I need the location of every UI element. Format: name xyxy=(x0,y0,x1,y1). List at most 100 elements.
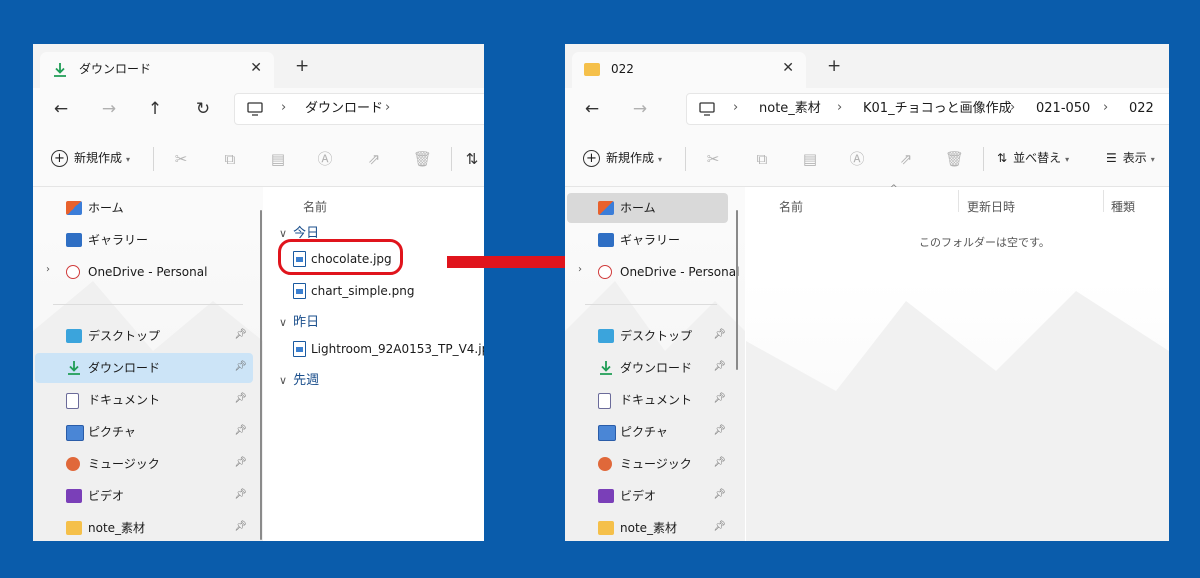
pin-icon[interactable]: 📌︎ xyxy=(234,329,247,340)
back-button[interactable]: ← xyxy=(50,98,72,120)
gallery-icon xyxy=(66,233,82,247)
breadcrumb-item[interactable]: 021-050 xyxy=(1036,101,1090,117)
new-tab-button[interactable]: + xyxy=(295,57,309,75)
chevron-right-icon[interactable]: › xyxy=(578,264,582,275)
forward-button[interactable]: → xyxy=(98,98,120,120)
group-header-last-week[interactable]: ∨ 先週 xyxy=(279,369,319,388)
folder-icon xyxy=(584,63,600,76)
sidebar-item-music[interactable]: ミュージック 📌︎ xyxy=(567,449,732,479)
sidebar-item-label: ギャラリー xyxy=(88,233,149,247)
copy-icon[interactable]: ⧉ xyxy=(221,150,239,168)
back-button[interactable]: ← xyxy=(581,98,603,120)
column-header-modified[interactable]: 更新日時 xyxy=(967,198,1015,215)
background-watermark xyxy=(746,281,1169,541)
paste-icon[interactable]: ▤ xyxy=(269,150,287,168)
share-icon[interactable]: ⇗ xyxy=(897,150,915,168)
breadcrumb-item[interactable]: note_素材 xyxy=(759,101,821,117)
sidebar-item-note-folder[interactable]: note_素材 📌︎ xyxy=(567,513,732,541)
new-button[interactable]: + 新規作成 ▾ xyxy=(51,149,130,169)
sidebar-item-pictures[interactable]: ピクチャ 📌︎ xyxy=(567,417,732,447)
rename-icon[interactable]: Ⓐ xyxy=(848,150,866,168)
sidebar-item-home[interactable]: ホーム xyxy=(567,193,728,223)
sidebar-item-label: ドキュメント xyxy=(620,393,693,407)
pin-icon[interactable]: 📌︎ xyxy=(713,425,726,436)
sidebar-item-downloads[interactable]: ダウンロード 📌︎ xyxy=(35,353,253,383)
sidebar-item-desktop[interactable]: デスクトップ 📌︎ xyxy=(567,321,732,351)
pin-icon[interactable]: 📌︎ xyxy=(713,521,726,532)
address-bar[interactable]: › ダウンロード › xyxy=(234,93,484,125)
sidebar-item-videos[interactable]: ビデオ 📌︎ xyxy=(567,481,732,511)
copy-icon[interactable]: ⧉ xyxy=(753,150,771,168)
gallery-icon xyxy=(598,233,614,247)
pin-icon[interactable]: 📌︎ xyxy=(234,457,247,468)
paste-icon[interactable]: ▤ xyxy=(801,150,819,168)
command-bar: + 新規作成 ▾ ✂ ⧉ ▤ Ⓐ ⇗ 🗑︎ ⇅ 並べ替え ▾ ☰ 表示 ▾ xyxy=(565,132,1169,187)
sort-icon[interactable]: ⇅ xyxy=(463,150,481,168)
sidebar-item-pictures[interactable]: ピクチャ 📌︎ xyxy=(35,417,253,447)
sidebar-item-videos[interactable]: ビデオ 📌︎ xyxy=(35,481,253,511)
sidebar-scrollbar[interactable] xyxy=(260,210,262,540)
tab-022[interactable]: 022 ✕ xyxy=(572,52,806,88)
pin-icon[interactable]: 📌︎ xyxy=(234,521,247,532)
up-button[interactable]: ↑ xyxy=(144,98,166,120)
pin-icon[interactable]: 📌︎ xyxy=(234,393,247,404)
chevron-right-icon: › xyxy=(281,100,287,115)
close-tab-button[interactable]: ✕ xyxy=(782,59,794,77)
refresh-button[interactable]: ↻ xyxy=(192,98,214,120)
sidebar-item-music[interactable]: ミュージック 📌︎ xyxy=(35,449,253,479)
sidebar-item-label: note_素材 xyxy=(88,521,146,535)
close-tab-button[interactable]: ✕ xyxy=(250,59,262,77)
column-header-name[interactable]: 名前 xyxy=(303,198,327,215)
delete-icon[interactable]: 🗑︎ xyxy=(945,150,964,168)
pin-icon[interactable]: 📌︎ xyxy=(713,489,726,500)
cut-icon[interactable]: ✂ xyxy=(172,150,190,168)
delete-icon[interactable]: 🗑︎ xyxy=(413,150,432,168)
breadcrumb-item[interactable]: ダウンロード xyxy=(305,101,383,117)
sidebar-item-gallery[interactable]: ギャラリー xyxy=(567,225,728,255)
sidebar-scrollbar[interactable] xyxy=(736,210,738,370)
pin-icon[interactable]: 📌︎ xyxy=(234,489,247,500)
sidebar-item-onedrive[interactable]: › OneDrive - Personal xyxy=(567,257,739,287)
column-header-name[interactable]: 名前 xyxy=(779,198,803,215)
sidebar-item-documents[interactable]: ドキュメント 📌︎ xyxy=(35,385,253,415)
pin-icon[interactable]: 📌︎ xyxy=(713,361,726,372)
explorer-window-022: 022 ✕ + ← → › note_素材 › K01_チョコっと画像作成 › … xyxy=(565,44,1169,541)
sidebar-item-downloads[interactable]: ダウンロード 📌︎ xyxy=(567,353,732,383)
folder-icon xyxy=(598,521,614,535)
divider xyxy=(958,190,959,212)
chevron-right-icon[interactable]: › xyxy=(46,264,50,275)
sidebar-item-onedrive[interactable]: › OneDrive - Personal xyxy=(35,257,249,287)
view-button[interactable]: ☰ 表示 ▾ xyxy=(1106,149,1155,169)
new-button[interactable]: + 新規作成 ▾ xyxy=(583,149,662,169)
column-header-type[interactable]: 種類 xyxy=(1111,198,1135,215)
view-button-label: 表示 xyxy=(1122,151,1147,165)
chevron-down-icon: ∨ xyxy=(279,374,288,387)
forward-button[interactable]: → xyxy=(629,98,651,120)
sidebar-item-desktop[interactable]: デスクトップ 📌︎ xyxy=(35,321,253,351)
address-bar[interactable]: › note_素材 › K01_チョコっと画像作成 › 021-050 › 02… xyxy=(686,93,1169,125)
rename-icon[interactable]: Ⓐ xyxy=(316,150,334,168)
group-header-yesterday[interactable]: ∨ 昨日 xyxy=(279,311,319,330)
tab-bar: ダウンロード ✕ + xyxy=(33,44,484,88)
tab-downloads[interactable]: ダウンロード ✕ xyxy=(40,52,274,88)
sidebar-item-label: ピクチャ xyxy=(88,425,136,439)
cut-icon[interactable]: ✂ xyxy=(704,150,722,168)
breadcrumb-item[interactable]: 022 xyxy=(1129,101,1154,117)
sidebar-item-note-folder[interactable]: note_素材 📌︎ xyxy=(35,513,253,541)
sidebar-item-home[interactable]: ホーム xyxy=(35,193,249,223)
sort-button[interactable]: ⇅ 並べ替え ▾ xyxy=(997,149,1069,169)
sidebar-item-gallery[interactable]: ギャラリー xyxy=(35,225,249,255)
pin-icon[interactable]: 📌︎ xyxy=(713,393,726,404)
videos-icon xyxy=(66,489,82,503)
chevron-right-icon: › xyxy=(733,100,739,115)
sidebar-item-label: OneDrive - Personal xyxy=(88,265,208,279)
pin-icon[interactable]: 📌︎ xyxy=(713,329,726,340)
pin-icon[interactable]: 📌︎ xyxy=(234,425,247,436)
new-tab-button[interactable]: + xyxy=(827,57,841,75)
share-icon[interactable]: ⇗ xyxy=(365,150,383,168)
breadcrumb-item[interactable]: K01_チョコっと画像作成 xyxy=(863,101,1012,117)
pin-icon[interactable]: 📌︎ xyxy=(234,361,247,372)
onedrive-icon xyxy=(66,265,80,279)
sidebar-item-documents[interactable]: ドキュメント 📌︎ xyxy=(567,385,732,415)
pin-icon[interactable]: 📌︎ xyxy=(713,457,726,468)
